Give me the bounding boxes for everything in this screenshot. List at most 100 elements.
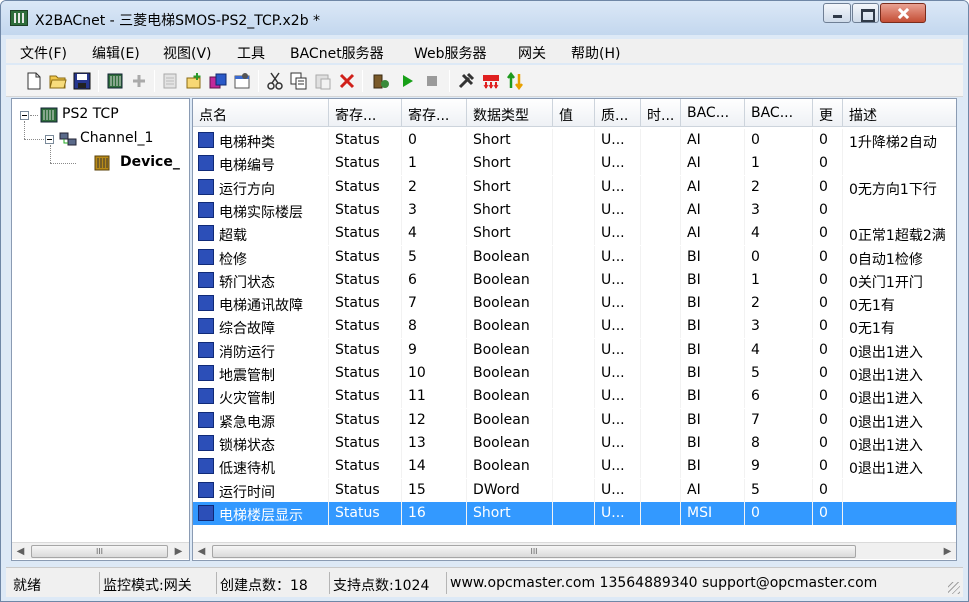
- open-folder-icon[interactable]: [49, 72, 67, 90]
- debug-icon[interactable]: [372, 72, 390, 90]
- load-icon[interactable]: [482, 72, 500, 90]
- resize-grip-icon[interactable]: [948, 582, 960, 594]
- point-icon: [198, 481, 214, 498]
- title-bar[interactable]: X2BACnet - 三菱电梯SMOS-PS2_TCP.x2b *: [1, 1, 968, 35]
- toolbar-separator: [98, 70, 99, 92]
- table-cell: 0: [813, 175, 843, 199]
- column-header[interactable]: 寄存...: [329, 99, 402, 127]
- table-cell: 6: [745, 385, 813, 409]
- copy-icon[interactable]: [290, 72, 308, 90]
- column-header[interactable]: 点名: [193, 99, 329, 127]
- point-icon: [198, 132, 214, 148]
- column-header[interactable]: 更: [813, 99, 843, 127]
- table-row[interactable]: 运行方向 Status 2 Short U... AI 2 0 0无方向1下行: [193, 175, 956, 199]
- table-cell: Status: [329, 198, 402, 222]
- table-row[interactable]: 地震管制 Status 10 Boolean U... BI 5 0 0退出1进入: [193, 362, 956, 385]
- table-cell: Status: [329, 152, 402, 176]
- device-gray-icon[interactable]: [130, 72, 148, 90]
- table-cell: 9: [402, 338, 467, 362]
- scroll-thumb[interactable]: III: [212, 545, 856, 558]
- scroll-right-arrow-icon[interactable]: ▶: [170, 543, 187, 560]
- table-cell: [553, 315, 595, 339]
- table-cell: 0自动1检修: [843, 246, 956, 269]
- table-row[interactable]: 电梯编号 Status 1 Short U... AI 1 0: [193, 152, 956, 176]
- column-header[interactable]: 质...: [595, 99, 641, 127]
- delete-icon[interactable]: [338, 72, 356, 90]
- menu-view[interactable]: 视图(V): [163, 43, 212, 63]
- column-header[interactable]: BAC...: [681, 99, 745, 127]
- table-cell: 0: [745, 129, 813, 152]
- menu-web-server[interactable]: Web服务器: [414, 43, 487, 63]
- table-cell: Short: [467, 129, 553, 152]
- import-icon[interactable]: [209, 72, 227, 90]
- table-cell: [641, 292, 681, 316]
- menu-tools[interactable]: 工具: [237, 43, 265, 63]
- table-cell: 紧急电源: [213, 408, 329, 432]
- table-cell: U...: [595, 315, 641, 339]
- table-row[interactable]: 消防运行 Status 9 Boolean U... BI 4 0 0退出1进入: [193, 338, 956, 362]
- table-cell: Status: [329, 431, 402, 455]
- table-row[interactable]: 超载 Status 4 Short U... AI 4 0 0正常1超载2满: [193, 222, 956, 246]
- minimize-button[interactable]: [823, 3, 851, 23]
- table-row[interactable]: 电梯通讯故障 Status 7 Boolean U... BI 2 0 0无1有: [193, 292, 956, 316]
- doc-gray-icon[interactable]: [161, 72, 179, 90]
- sync-icon[interactable]: [506, 72, 524, 90]
- tree-collapse-channel[interactable]: [45, 135, 54, 144]
- scroll-left-arrow-icon[interactable]: ◀: [193, 543, 210, 560]
- menu-bacnet-server[interactable]: BACnet服务器: [290, 43, 384, 63]
- menu-file[interactable]: 文件(F): [20, 43, 67, 63]
- add-point-icon[interactable]: [185, 72, 203, 90]
- scroll-right-arrow-icon[interactable]: ▶: [939, 543, 956, 560]
- table-row[interactable]: 综合故障 Status 8 Boolean U... BI 3 0 0无1有: [193, 315, 956, 339]
- column-header[interactable]: BAC...: [745, 99, 813, 127]
- table-cell: U...: [595, 268, 641, 292]
- table-row[interactable]: 锁梯状态 Status 13 Boolean U... BI 8 0 0退出1进入: [193, 431, 956, 455]
- table-row[interactable]: 检修 Status 5 Boolean U... BI 0 0 0自动1检修: [193, 245, 956, 269]
- table-cell: Boolean: [467, 245, 553, 269]
- tree-root[interactable]: PS2 TCP: [62, 106, 119, 122]
- menu-edit[interactable]: 编辑(E): [92, 43, 140, 63]
- menu-gateway[interactable]: 网关: [518, 43, 546, 63]
- toolbar-separator: [154, 70, 155, 92]
- scroll-left-arrow-icon[interactable]: ◀: [12, 543, 29, 560]
- stop-icon[interactable]: [423, 72, 441, 90]
- tools-icon[interactable]: [457, 72, 475, 90]
- column-header[interactable]: 数据类型: [467, 99, 553, 127]
- table-row[interactable]: 电梯实际楼层 Status 3 Short U... AI 3 0: [193, 198, 956, 222]
- menu-help[interactable]: 帮助(H): [571, 43, 620, 63]
- cut-icon[interactable]: [266, 72, 284, 90]
- channel-icon[interactable]: [106, 72, 124, 90]
- table-cell: 0: [813, 408, 843, 432]
- table-row[interactable]: 低速待机 Status 14 Boolean U... BI 9 0 0退出1进入: [193, 455, 956, 479]
- table-cell: 0: [813, 245, 843, 269]
- table-cell: 超载: [213, 222, 329, 246]
- table-row[interactable]: 运行时间 Status 15 DWord U... AI 5 0: [193, 478, 956, 502]
- table-row[interactable]: 火灾管制 Status 11 Boolean U... BI 6 0 0退出1进入: [193, 385, 956, 409]
- column-header[interactable]: 描述: [843, 99, 956, 127]
- new-file-icon[interactable]: [25, 72, 43, 90]
- properties-icon[interactable]: [233, 72, 251, 90]
- column-header[interactable]: 值: [553, 99, 595, 127]
- column-header[interactable]: 寄存...: [402, 99, 467, 127]
- table-cell: Short: [467, 152, 553, 176]
- table-horizontal-scrollbar[interactable]: ◀ III ▶: [193, 542, 956, 559]
- paste-icon[interactable]: [314, 72, 332, 90]
- column-header[interactable]: 时...: [641, 99, 681, 127]
- tree-channel[interactable]: Channel_1: [80, 130, 153, 146]
- tree-device[interactable]: Device_: [120, 154, 180, 170]
- table-cell: Boolean: [467, 431, 553, 455]
- run-icon[interactable]: [398, 72, 416, 90]
- save-icon[interactable]: [73, 72, 91, 90]
- table-row[interactable]: 紧急电源 Status 12 Boolean U... BI 7 0 0退出1进入: [193, 408, 956, 432]
- close-button[interactable]: [880, 3, 926, 23]
- table-cell: Boolean: [467, 362, 553, 385]
- tree-collapse-root[interactable]: [20, 111, 29, 120]
- scroll-thumb[interactable]: III: [31, 545, 168, 558]
- table-row[interactable]: 电梯楼层显示 Status 16 Short U... MSI 0 0: [193, 501, 956, 525]
- tree-horizontal-scrollbar[interactable]: ◀ III ▶: [12, 542, 189, 559]
- table-cell: 综合故障: [213, 315, 329, 339]
- maximize-button[interactable]: [852, 3, 879, 23]
- table-cell: 0无方向1下行: [843, 176, 956, 199]
- table-row[interactable]: 轿门状态 Status 6 Boolean U... BI 1 0 0关门1开门: [193, 268, 956, 292]
- table-row[interactable]: 电梯种类 Status 0 Short U... AI 0 0 1升降梯2自动: [193, 129, 956, 152]
